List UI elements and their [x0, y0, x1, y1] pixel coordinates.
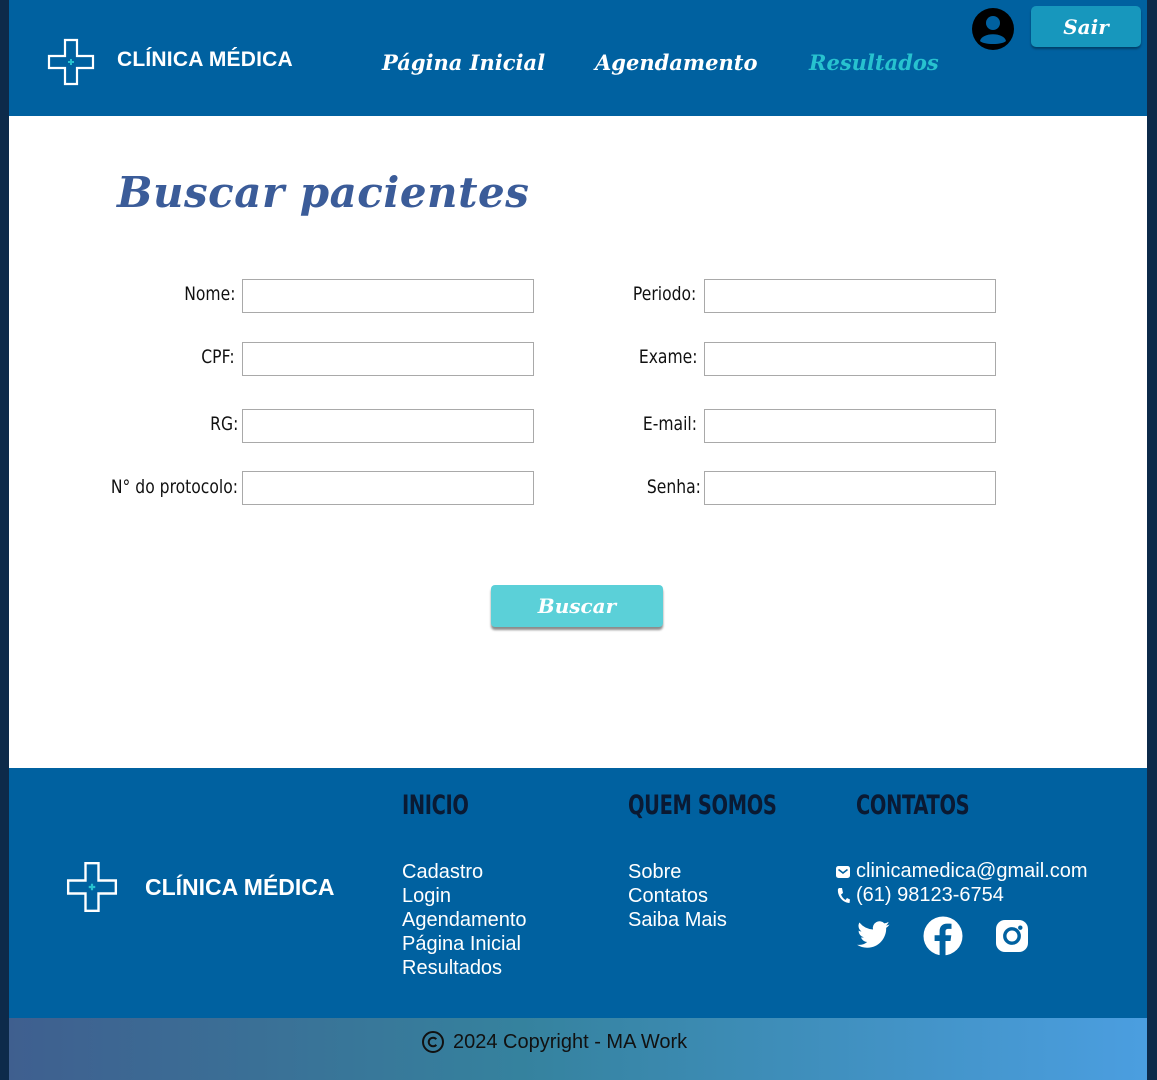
footer-heading-inicio: INICIO: [402, 790, 469, 821]
contact-email-text: clinicamedica@gmail.com: [856, 860, 1088, 882]
footer-link-sobre[interactable]: Sobre: [628, 860, 681, 884]
contact-email[interactable]: clinicamedica@gmail.com: [835, 860, 1087, 883]
search-button[interactable]: Buscar: [491, 585, 663, 627]
footer-link-pagina-inicial[interactable]: Página Inicial: [402, 932, 521, 956]
cpf-input[interactable]: [242, 342, 534, 376]
contact-phone[interactable]: (61) 98123-6754: [835, 884, 1004, 907]
cpf-label: CPF:: [201, 346, 235, 368]
nome-input[interactable]: [242, 279, 534, 313]
facebook-icon[interactable]: [923, 916, 963, 956]
copyright-bar: 2024 Copyright - MA Work: [9, 1018, 1147, 1080]
footer-link-cadastro[interactable]: Cadastro: [402, 860, 483, 884]
instagram-icon[interactable]: [995, 919, 1029, 953]
rg-input[interactable]: [242, 409, 534, 443]
footer-link-resultados[interactable]: Resultados: [402, 956, 502, 980]
rg-label: RG:: [209, 413, 238, 435]
brand-name: CLÍNICA MÉDICA: [117, 48, 293, 71]
phone-icon: [837, 887, 850, 903]
senha-input[interactable]: [704, 471, 996, 505]
nav-agendamento[interactable]: Agendamento: [595, 50, 757, 75]
periodo-input[interactable]: [704, 279, 996, 313]
footer-link-login[interactable]: Login: [402, 884, 451, 908]
copyright: 2024 Copyright - MA Work: [421, 1030, 687, 1054]
exame-input[interactable]: [704, 342, 996, 376]
protocolo-input[interactable]: [242, 471, 534, 505]
copyright-text: 2024 Copyright - MA Work: [453, 1030, 688, 1053]
nav-pagina-inicial[interactable]: Página Inicial: [382, 50, 545, 75]
email-label: E-mail:: [642, 413, 697, 435]
medical-cross-logo-icon: [66, 861, 118, 913]
email-icon: [836, 865, 850, 878]
medical-cross-logo-icon: [47, 38, 95, 86]
protocolo-label: N° do protocolo:: [110, 476, 238, 498]
logout-button[interactable]: Sair: [1031, 6, 1141, 47]
twitter-icon[interactable]: [855, 918, 893, 952]
user-avatar-icon[interactable]: [971, 7, 1015, 51]
senha-label: Senha:: [646, 476, 701, 498]
footer: CLÍNICA MÉDICA INICIO QUEM SOMOS CONTATO…: [9, 768, 1147, 1018]
exame-label: Exame:: [638, 346, 697, 368]
footer-heading-contatos: CONTATOS: [856, 790, 970, 821]
footer-brand-name: CLÍNICA MÉDICA: [145, 874, 335, 900]
footer-link-agendamento[interactable]: Agendamento: [402, 908, 527, 932]
nav-resultados[interactable]: Resultados: [809, 50, 939, 75]
header: CLÍNICA MÉDICA Página Inicial Agendament…: [9, 0, 1147, 116]
page: CLÍNICA MÉDICA Página Inicial Agendament…: [9, 0, 1147, 1080]
footer-link-saiba-mais[interactable]: Saiba Mais: [628, 908, 727, 932]
page-title: Buscar pacientes: [117, 168, 530, 217]
periodo-label: Periodo:: [632, 283, 696, 305]
copyright-icon: [422, 1031, 444, 1053]
nome-label: Nome:: [183, 283, 235, 305]
contact-phone-text: (61) 98123-6754: [856, 884, 1004, 906]
email-input[interactable]: [704, 409, 996, 443]
footer-heading-quem-somos: QUEM SOMOS: [628, 790, 777, 821]
footer-link-contatos[interactable]: Contatos: [628, 884, 708, 908]
